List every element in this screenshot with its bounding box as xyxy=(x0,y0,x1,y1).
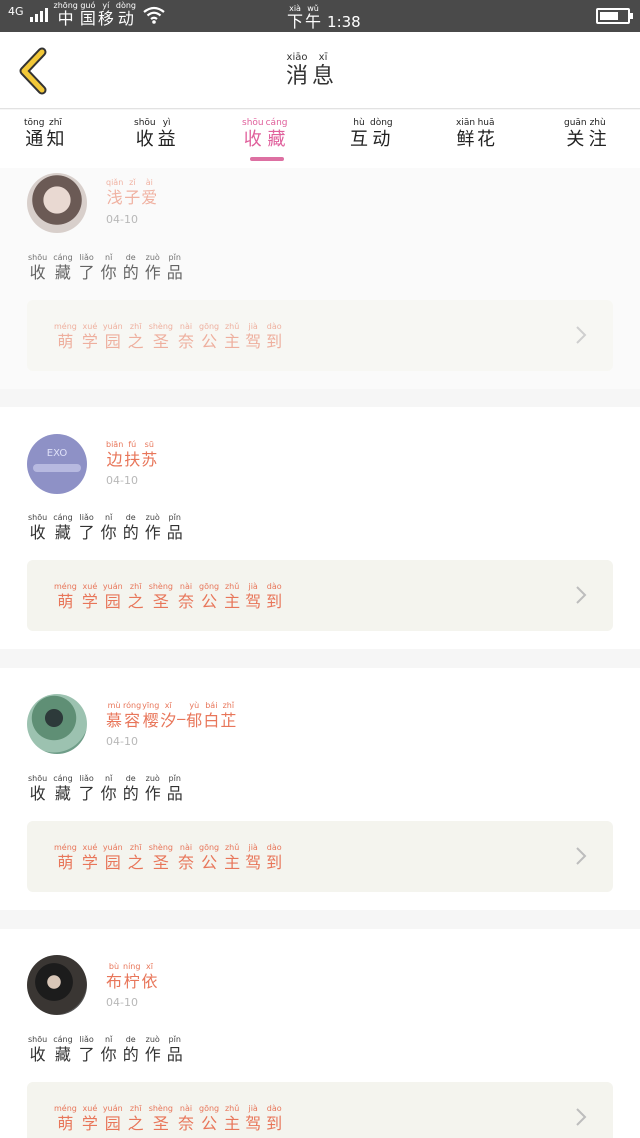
chevron-left-icon[interactable] xyxy=(14,46,54,96)
work-link[interactable]: méng 萌 xué 学 yuán 园 zhī 之 shèng 圣 nài 奈 gōng 公 … xyxy=(27,821,613,892)
header: xiāo 消 xī 息 xyxy=(0,32,640,109)
chevron-right-icon xyxy=(576,586,587,604)
user-name[interactable]: qiǎn 浅 zǐ 子 ài 爱 xyxy=(106,178,157,208)
item-date: 04-10 xyxy=(106,735,138,748)
avatar-text: EXO xyxy=(46,448,68,459)
list-item[interactable]: bù 布 níng 柠 xī 依 04-10 shōu 收 cáng 藏 liǎo 了 nǐ… xyxy=(0,929,640,1138)
action-text: shōu 收 cáng 藏 liǎo 了 nǐ 你 de 的 zuò 作 pǐn 品 xyxy=(28,513,183,542)
battery-icon xyxy=(596,8,633,24)
tab-earnings[interactable]: shōu 收 yì 益 xyxy=(134,118,176,151)
work-title: méng 萌 xué 学 yuán 园 zhī 之 shèng 圣 nài 奈 gōng 公 … xyxy=(54,1104,283,1133)
tab-indicator xyxy=(250,157,284,161)
list-item[interactable]: qiǎn 浅 zǐ 子 ài 爱 04-10 shōu 收 cáng 藏 liǎo 了 nǐ… xyxy=(0,168,640,389)
item-date: 04-10 xyxy=(106,996,138,1009)
work-title: méng 萌 xué 学 yuán 园 zhī 之 shèng 圣 nài 奈 gōng 公 … xyxy=(54,322,283,351)
work-link[interactable]: méng 萌 xué 学 yuán 园 zhī 之 shèng 圣 nài 奈 gōng 公 … xyxy=(27,1082,613,1138)
action-text: shōu 收 cáng 藏 liǎo 了 nǐ 你 de 的 zuò 作 pǐn 品 xyxy=(28,253,183,282)
tab-bar: tōng 通 zhī 知 shōu 收 yì 益 shōu 收 cáng 藏 hù 互 dòn… xyxy=(0,110,640,168)
page-title: xiāo 消 xī 息 xyxy=(286,52,335,89)
network-type: 4G xyxy=(8,5,24,18)
avatar[interactable] xyxy=(27,173,87,233)
list-item[interactable]: mù 慕 róng 容 yīng 樱 xī 汐 _ yù 郁 bái 白 zhǐ 芷 04-1… xyxy=(0,668,640,910)
action-text: shōu 收 cáng 藏 liǎo 了 nǐ 你 de 的 zuò 作 pǐn 品 xyxy=(28,1035,183,1064)
status-bar: 4G zhōng 中 guó 国 yí 移 dòng 动 xià 下 wǔ 午 1:38 xyxy=(0,0,640,32)
avatar[interactable] xyxy=(27,694,87,754)
chevron-right-icon xyxy=(576,1108,587,1126)
work-link[interactable]: méng 萌 xué 学 yuán 园 zhī 之 shèng 圣 nài 奈 gōng 公 … xyxy=(27,300,613,371)
item-date: 04-10 xyxy=(106,474,138,487)
list-item[interactable]: EXO biān 边 fú 扶 sū 苏 04-10 shōu 收 cáng 藏 liǎo… xyxy=(0,407,640,649)
chevron-right-icon xyxy=(576,326,587,344)
item-date: 04-10 xyxy=(106,213,138,226)
tab-following[interactable]: guān 关 zhù 注 xyxy=(564,118,607,151)
work-title: méng 萌 xué 学 yuán 园 zhī 之 shèng 圣 nài 奈 gōng 公 … xyxy=(54,582,283,611)
tab-notice[interactable]: tōng 通 zhī 知 xyxy=(24,118,64,151)
clock: xià 下 wǔ 午 1:38 xyxy=(287,4,361,31)
wifi-icon xyxy=(143,6,165,24)
user-name[interactable]: mù 慕 róng 容 yīng 樱 xī 汐 _ yù 郁 bái 白 zhǐ 芷 xyxy=(106,701,236,731)
action-text: shōu 收 cáng 藏 liǎo 了 nǐ 你 de 的 zuò 作 pǐn 品 xyxy=(28,774,183,803)
tab-interactions[interactable]: hù 互 dòng 动 xyxy=(350,118,393,151)
work-title: méng 萌 xué 学 yuán 园 zhī 之 shèng 圣 nài 奈 gōng 公 … xyxy=(54,843,283,872)
tab-flowers[interactable]: xiān 鲜 huā 花 xyxy=(456,118,495,151)
user-name[interactable]: biān 边 fú 扶 sū 苏 xyxy=(106,440,157,470)
avatar[interactable]: EXO xyxy=(27,434,87,494)
work-link[interactable]: méng 萌 xué 学 yuán 园 zhī 之 shèng 圣 nài 奈 gōng 公 … xyxy=(27,560,613,631)
signal-icon xyxy=(29,6,48,22)
chevron-right-icon xyxy=(576,847,587,865)
user-name[interactable]: bù 布 níng 柠 xī 依 xyxy=(106,962,157,992)
carrier-name: zhōng 中 guó 国 yí 移 dòng 动 xyxy=(53,1,136,28)
tab-favorites[interactable]: shōu 收 cáng 藏 xyxy=(242,118,288,151)
avatar[interactable] xyxy=(27,955,87,1015)
